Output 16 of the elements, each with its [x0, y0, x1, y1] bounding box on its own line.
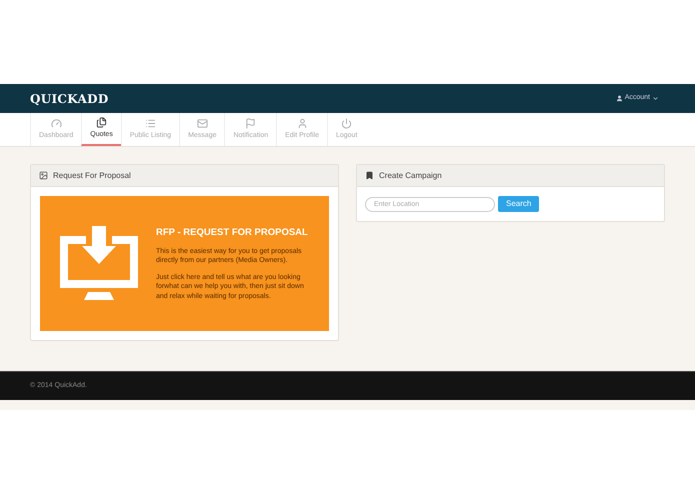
search-button[interactable]: Search — [498, 196, 540, 212]
image-icon — [39, 171, 48, 180]
rfp-banner[interactable] — [40, 196, 329, 331]
flag-icon — [245, 118, 256, 129]
brand-logo[interactable]: QUICKADD — [30, 90, 109, 108]
banner-heading: RFP - REQUEST FOR PROPOSAL — [156, 226, 309, 240]
caret-icon — [652, 95, 659, 102]
mail-icon — [196, 118, 208, 129]
power-icon — [341, 118, 352, 129]
bookmark-icon — [365, 171, 374, 180]
panel-title: Request For Proposal — [53, 170, 131, 182]
gauge-icon — [50, 118, 62, 129]
panel-title: Create Campaign — [379, 170, 442, 182]
files-icon — [96, 116, 108, 128]
user-icon — [296, 118, 308, 129]
user-icon — [616, 95, 623, 102]
